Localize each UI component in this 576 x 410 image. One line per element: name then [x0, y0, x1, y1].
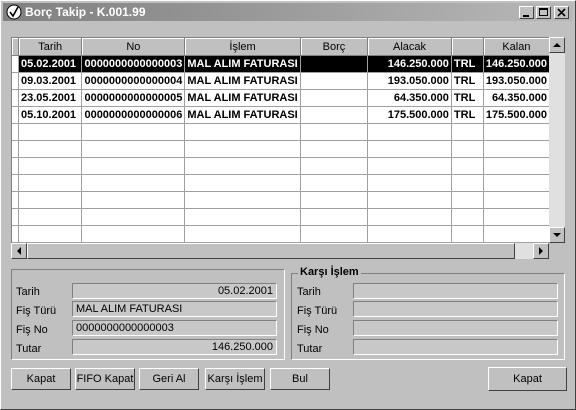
cell-no[interactable]: 0000000000000006 [81, 106, 186, 124]
window: Borç Takip - K.001.99 Tarih No İşlem Bor… [0, 0, 576, 410]
arrow-left-icon [17, 247, 21, 255]
cell-alacak[interactable]: 193.050.000 [367, 72, 452, 90]
cell-no[interactable]: 0000000000000003 [81, 55, 186, 73]
karsi-fis-no-field [353, 320, 558, 336]
karsi-fis-turu-label: Fiş Türü [297, 305, 338, 317]
cell-tarih[interactable]: 05.02.2001 [18, 55, 83, 73]
table-row[interactable]: 09.03.2001 0000000000000004 MAL ALIM FATUR… [12, 72, 550, 90]
fis-turu-label: Fiş Türü [16, 305, 57, 317]
cell-kalan[interactable]: 175.500.000 [483, 106, 550, 124]
cell-birim[interactable]: TRL [451, 55, 484, 73]
horizontal-scrollbar[interactable] [11, 243, 549, 259]
cell-birim[interactable]: TRL [451, 106, 484, 124]
column-header-borc[interactable]: Borç [300, 38, 369, 56]
table-row[interactable]: 23.05.2001 0000000000000005 MAL ALIM FATUR… [12, 89, 550, 107]
fis-turu-field: MAL ALIM FATURASI [72, 301, 277, 317]
cell-birim[interactable]: TRL [451, 89, 484, 107]
table-row-empty [12, 157, 550, 175]
cell-tarih[interactable]: 05.10.2001 [18, 106, 83, 124]
maximize-icon [539, 8, 548, 16]
borc-grid[interactable]: Tarih No İşlem Borç Alacak Kalan 05.02.2… [11, 37, 551, 245]
karsi-tutar-label: Tutar [297, 343, 323, 355]
close-icon [557, 8, 566, 17]
cell-islem[interactable]: MAL ALIM FATURASI [184, 72, 301, 90]
cell-borc[interactable] [300, 106, 369, 124]
vertical-scrollbar[interactable] [549, 37, 565, 243]
column-header-tarih[interactable]: Tarih [18, 38, 83, 56]
karsi-tutar-field [353, 339, 558, 355]
karsi-fis-turu-field [353, 301, 558, 317]
table-row-empty [12, 174, 550, 192]
cell-birim[interactable]: TRL [451, 72, 484, 90]
cell-kalan[interactable]: 193.050.000 [483, 72, 550, 90]
table-row-empty [12, 225, 550, 243]
table-row[interactable]: 05.02.2001 0000000000000003 MAL ALIM FATUR… [12, 55, 550, 73]
cell-no[interactable]: 0000000000000005 [81, 89, 186, 107]
borc-table: Tarih No İşlem Borç Alacak Kalan 05.02.2… [12, 38, 550, 243]
cell-islem[interactable]: MAL ALIM FATURASI [184, 89, 301, 107]
tarih-label: Tarih [16, 286, 40, 298]
karsi-islem-legend: Karşı İşlem [298, 266, 361, 278]
window-title: Borç Takip - K.001.99 [25, 5, 146, 19]
column-header-kalan[interactable]: Kalan [483, 38, 550, 56]
arrow-right-icon [539, 247, 543, 255]
cell-islem[interactable]: MAL ALIM FATURASI [184, 55, 301, 73]
table-row-empty [12, 123, 550, 141]
cell-alacak[interactable]: 64.350.000 [367, 89, 452, 107]
cell-islem[interactable]: MAL ALIM FATURASI [184, 106, 301, 124]
tutar-field: 146.250.000 [72, 339, 277, 355]
horizontal-scroll-thumb[interactable] [27, 243, 515, 259]
bul-button[interactable]: Bul [270, 368, 330, 390]
cell-alacak[interactable]: 146.250.000 [367, 55, 452, 73]
minimize-button[interactable] [519, 6, 534, 19]
column-header-alacak[interactable]: Alacak [367, 38, 452, 56]
scroll-corner [549, 243, 565, 259]
arrow-up-icon [553, 43, 561, 47]
tutar-label: Tutar [16, 343, 42, 355]
title-bar[interactable]: Borç Takip - K.001.99 [3, 3, 573, 21]
close-dialog-button[interactable]: Kapat [488, 367, 567, 391]
checkmark-circle-icon [6, 4, 22, 20]
table-row[interactable]: 05.10.2001 0000000000000006 MAL ALIM FATUR… [12, 106, 550, 124]
cell-tarih[interactable]: 09.03.2001 [18, 72, 83, 90]
maximize-button[interactable] [536, 6, 551, 19]
close-button[interactable] [554, 6, 569, 19]
geri-al-button[interactable]: Geri Al [139, 368, 199, 390]
column-header-islem[interactable]: İşlem [184, 38, 301, 56]
karsi-tarih-field [353, 283, 558, 299]
karsi-fis-no-label: Fiş No [297, 324, 329, 336]
cell-tarih[interactable]: 23.05.2001 [18, 89, 83, 107]
cell-borc[interactable] [300, 55, 369, 73]
minimize-icon [523, 15, 529, 17]
table-row-empty [12, 208, 550, 226]
column-header-birim[interactable] [451, 38, 484, 56]
arrow-down-icon [553, 233, 561, 237]
kapat-button[interactable]: Kapat [11, 368, 71, 390]
cell-alacak[interactable]: 175.500.000 [367, 106, 452, 124]
scroll-up-button[interactable] [549, 37, 565, 53]
fis-no-label: Fiş No [16, 324, 48, 336]
tarih-field: 05.02.2001 [72, 283, 277, 299]
karsi-tarih-label: Tarih [297, 286, 321, 298]
karsi-islem-button[interactable]: Karşı İşlem [205, 368, 265, 390]
fis-no-field: 0000000000000003 [72, 320, 277, 336]
table-row-empty [12, 140, 550, 158]
cell-kalan[interactable]: 64.350.000 [483, 89, 550, 107]
table-header: Tarih No İşlem Borç Alacak Kalan [12, 38, 550, 56]
fifo-kapat-button[interactable]: FIFO Kapat [75, 368, 135, 390]
scroll-down-button[interactable] [549, 227, 565, 243]
cell-kalan[interactable]: 146.250.000 [483, 55, 550, 73]
cell-borc[interactable] [300, 89, 369, 107]
column-header-no[interactable]: No [81, 38, 186, 56]
scroll-right-button[interactable] [533, 243, 549, 259]
scroll-left-button[interactable] [11, 243, 27, 259]
cell-borc[interactable] [300, 72, 369, 90]
table-row-empty [12, 191, 550, 209]
cell-no[interactable]: 0000000000000004 [81, 72, 186, 90]
